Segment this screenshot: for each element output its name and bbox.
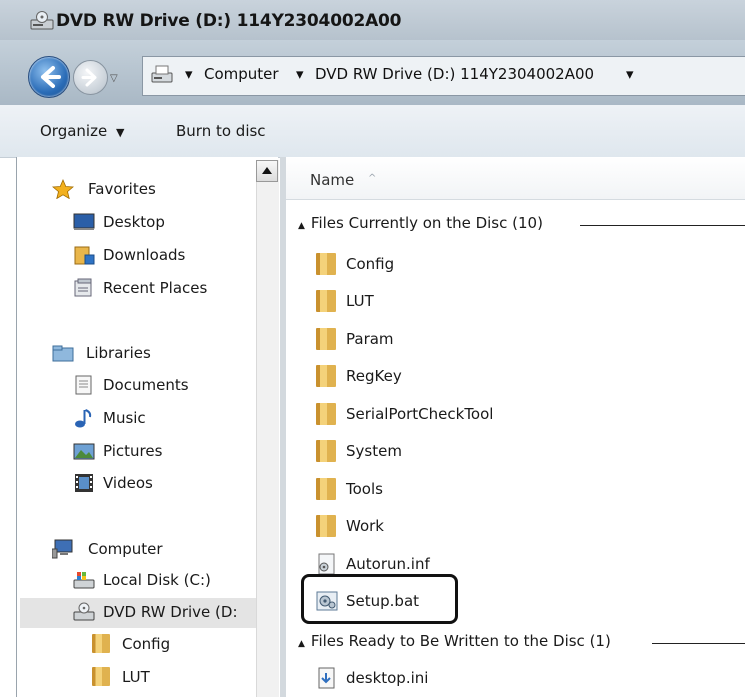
breadcrumb-dropdown[interactable]: ▾ <box>626 65 634 83</box>
folder-icon <box>316 515 336 537</box>
documents-icon <box>75 375 92 395</box>
nav-item-label: Config <box>122 635 171 653</box>
nav-item-label: Music <box>103 409 146 427</box>
organize-button[interactable]: Organize ▼ <box>40 122 124 140</box>
drive-location-icon <box>151 65 173 83</box>
nav-item-label: Documents <box>103 376 189 394</box>
folder-icon <box>316 328 336 350</box>
pictures-icon <box>73 443 95 460</box>
folder-icon <box>316 290 336 312</box>
group-header-to-write[interactable]: ▲ Files Ready to Be Written to the Disc (… <box>298 632 611 650</box>
nav-item-label: Desktop <box>103 213 165 231</box>
forward-button[interactable] <box>73 60 108 95</box>
folder-icon <box>92 634 110 653</box>
nav-item-label: Recent Places <box>103 279 208 297</box>
file-name: RegKey <box>346 367 402 385</box>
explorer-window: DVD RW Drive (D:) 114Y2304002A00 ▽ ▾ Com… <box>0 0 745 697</box>
pending-file-icon <box>318 667 335 689</box>
recent-places-icon <box>74 278 92 297</box>
sort-ascending-icon: ^ <box>368 173 377 184</box>
collapse-arrow-icon: ▲ <box>298 639 305 649</box>
folder-icon <box>316 403 336 425</box>
file-name: Autorun.inf <box>346 555 430 573</box>
folder-icon <box>316 440 336 462</box>
file-name: Param <box>346 330 394 348</box>
group-header-label: Files Ready to Be Written to the Disc (1… <box>310 632 611 650</box>
downloads-icon <box>74 246 95 265</box>
nav-item-label: Local Disk (C:) <box>103 571 211 589</box>
nav-libraries-label: Libraries <box>86 344 151 362</box>
file-name: SerialPortCheckTool <box>346 405 494 423</box>
window-title: DVD RW Drive (D:) 114Y2304002A00 <box>56 11 402 31</box>
group-header-label: Files Currently on the Disc (10) <box>310 214 543 232</box>
group-divider <box>580 225 745 226</box>
folder-icon <box>316 478 336 500</box>
dvd-drive-icon <box>30 11 54 30</box>
nav-item-label: DVD RW Drive (D: <box>103 603 238 621</box>
nav-favorites-label: Favorites <box>88 180 156 198</box>
nav-item-label: LUT <box>122 668 150 686</box>
chevron-down-icon: ▼ <box>115 126 125 139</box>
nav-item-label: Downloads <box>103 246 186 264</box>
setup-bat-highlight <box>301 574 458 624</box>
recent-pages-dropdown[interactable]: ▽ <box>110 73 118 84</box>
dvd-drive-icon <box>73 602 95 621</box>
local-disk-icon <box>73 572 95 589</box>
music-note-icon <box>75 409 92 428</box>
videos-icon <box>75 474 93 492</box>
config-file-icon <box>318 553 335 575</box>
collapse-arrow-icon: ▲ <box>298 221 305 231</box>
back-button[interactable] <box>28 56 70 98</box>
group-divider <box>652 643 745 644</box>
desktop-icon <box>73 213 95 230</box>
organize-label: Organize <box>40 122 108 140</box>
file-name: Work <box>346 517 384 535</box>
column-header[interactable] <box>286 157 745 200</box>
file-name: Tools <box>346 480 383 498</box>
breadcrumb-drive[interactable]: DVD RW Drive (D:) 114Y2304002A00 <box>315 65 594 83</box>
folder-icon <box>316 365 336 387</box>
file-name: Config <box>346 255 395 273</box>
nav-item-label: Videos <box>103 474 153 492</box>
breadcrumb-computer[interactable]: Computer <box>204 65 279 83</box>
arrow-left-icon <box>41 66 61 88</box>
folder-icon <box>316 253 336 275</box>
file-name: desktop.ini <box>346 669 429 687</box>
breadcrumb-separator[interactable]: ▾ <box>296 65 304 83</box>
arrow-right-icon <box>81 68 97 87</box>
computer-icon <box>52 539 73 559</box>
nav-item-label: Pictures <box>103 442 163 460</box>
burn-to-disc-button[interactable]: Burn to disc <box>176 122 266 140</box>
star-icon <box>52 179 74 199</box>
file-name: LUT <box>346 292 374 310</box>
pane-border <box>16 157 17 697</box>
group-header-on-disc[interactable]: ▲ Files Currently on the Disc (10) <box>298 214 543 232</box>
scroll-up-button[interactable] <box>256 160 278 182</box>
breadcrumb-separator[interactable]: ▾ <box>185 65 193 83</box>
column-name-header[interactable]: Name <box>310 171 354 189</box>
nav-computer-label: Computer <box>88 540 163 558</box>
libraries-icon <box>52 345 74 362</box>
folder-icon <box>92 667 110 686</box>
nav-scrollbar[interactable] <box>256 160 279 697</box>
file-name: System <box>346 442 402 460</box>
